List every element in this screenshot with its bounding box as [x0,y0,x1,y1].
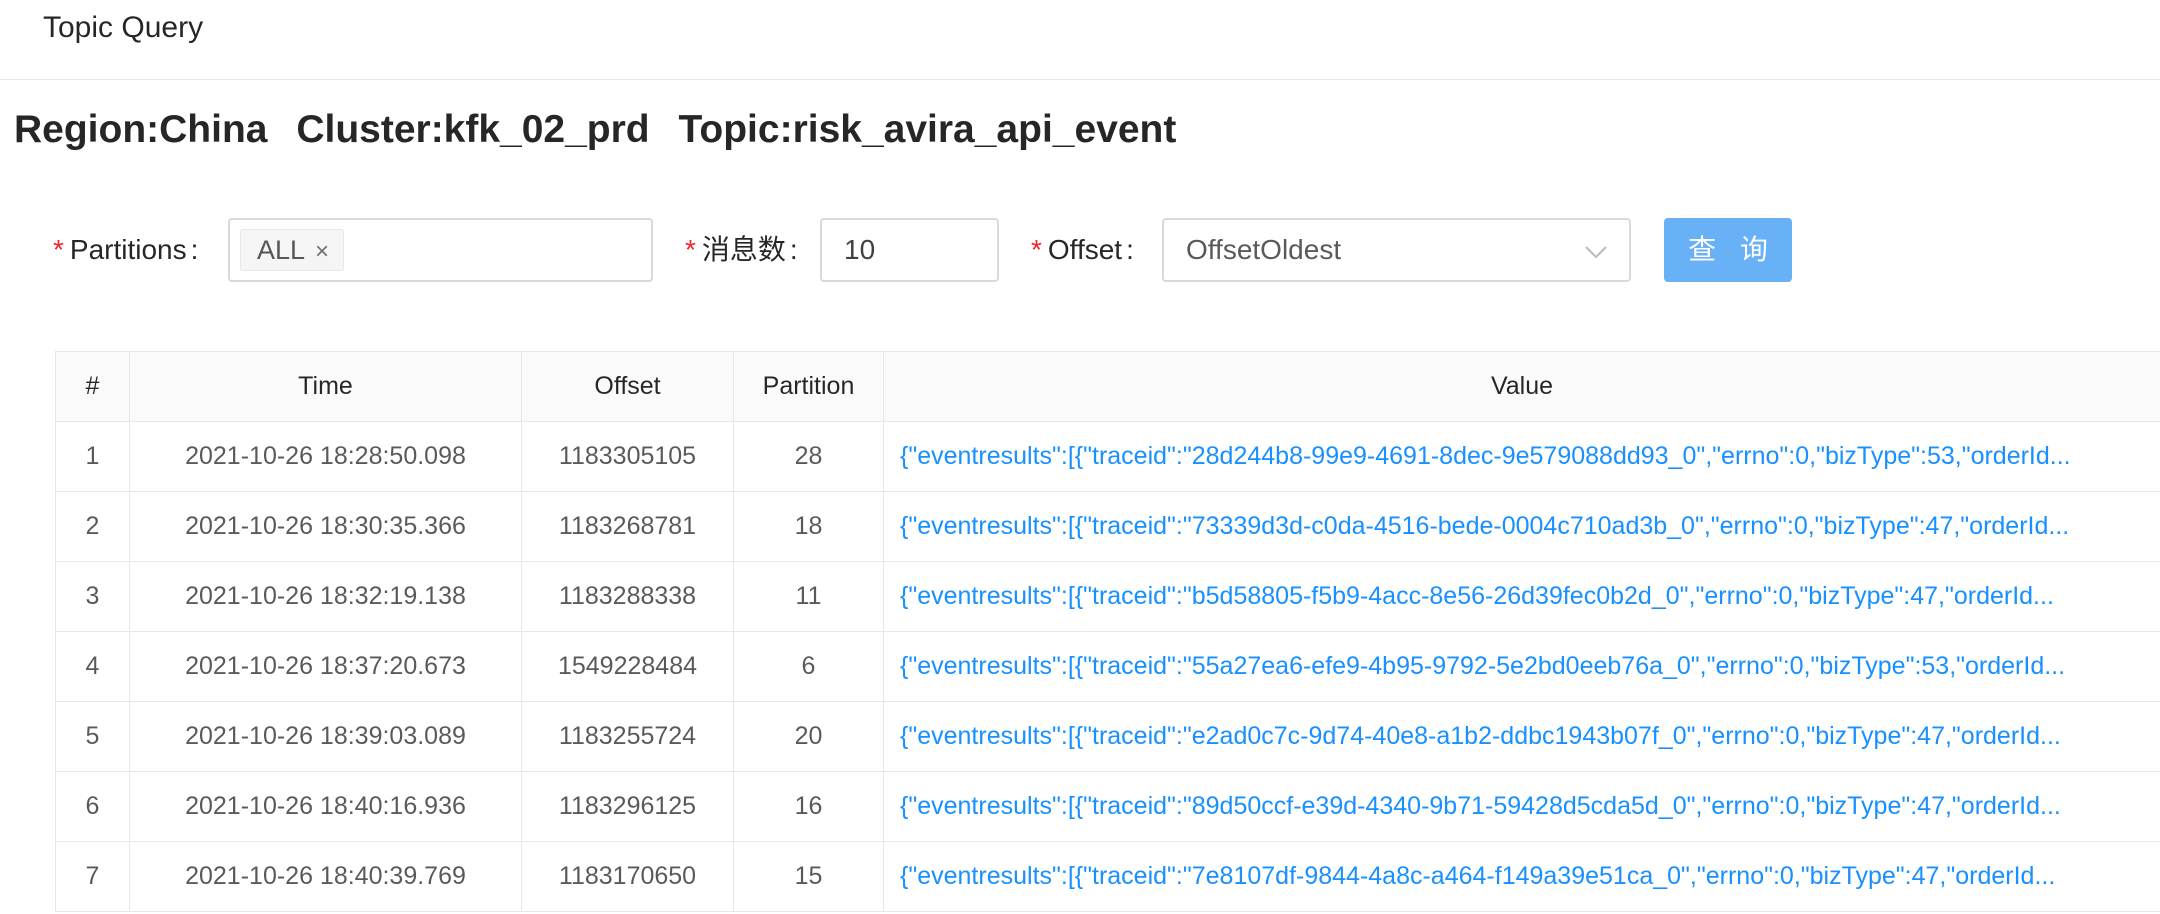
row-index: 1 [55,421,130,492]
required-mark: * [685,234,696,265]
chevron-down-icon [1585,246,1607,259]
cluster-label: Cluster:kfk_02_prd [296,108,650,151]
row-partition: 20 [733,701,884,772]
partition-tag-all: ALL × [240,229,345,271]
row-partition: 16 [733,771,884,842]
row-offset: 1549228484 [521,631,734,702]
table-row: 6 2021-10-26 18:40:16.936 1183296125 16 … [55,771,2160,842]
partitions-form-label: * Partitions: [53,230,198,270]
row-index: 2 [55,491,130,562]
row-offset: 1183170650 [521,841,734,912]
row-value-link[interactable]: {"eventresults":[{"traceid":"e2ad0c7c-9d… [883,701,2160,772]
message-count-input[interactable]: 10 [820,218,999,282]
row-index: 4 [55,631,130,702]
row-value-link[interactable]: {"eventresults":[{"traceid":"73339d3d-c0… [883,491,2160,562]
row-offset: 1183268781 [521,491,734,562]
table-header-row: # Time Offset Partition Value [55,351,2160,422]
count-form-label: * 消息数: [685,230,798,270]
row-time: 2021-10-26 18:28:50.098 [129,421,522,492]
row-value-link[interactable]: {"eventresults":[{"traceid":"28d244b8-99… [883,421,2160,492]
table-row: 4 2021-10-26 18:37:20.673 1549228484 6 {… [55,631,2160,702]
row-time: 2021-10-26 18:39:03.089 [129,701,522,772]
row-partition: 18 [733,491,884,562]
row-index: 3 [55,561,130,632]
row-time: 2021-10-26 18:30:35.366 [129,491,522,562]
top-header: Topic Query [0,0,2160,80]
table-row: 5 2021-10-26 18:39:03.089 1183255724 20 … [55,701,2160,772]
region-label: Region:China [14,108,268,151]
offset-select-value: OffsetOldest [1186,234,1342,265]
table-row: 3 2021-10-26 18:32:19.138 1183288338 11 … [55,561,2160,632]
row-value-link[interactable]: {"eventresults":[{"traceid":"55a27ea6-ef… [883,631,2160,702]
row-value-link[interactable]: {"eventresults":[{"traceid":"89d50ccf-e3… [883,771,2160,842]
row-offset: 1183296125 [521,771,734,842]
topic-label: Topic:risk_avira_api_event [678,108,1177,151]
row-index: 5 [55,701,130,772]
row-time: 2021-10-26 18:40:39.769 [129,841,522,912]
column-header-offset: Offset [521,351,734,422]
topic-heading: Region:China Cluster:kfk_02_prd Topic:ri… [14,105,1194,155]
query-button[interactable]: 查 询 [1664,218,1792,282]
row-index: 7 [55,841,130,912]
row-offset: 1183288338 [521,561,734,632]
required-mark: * [1031,234,1042,265]
partitions-label: Partitions [69,234,187,265]
table-row: 7 2021-10-26 18:40:39.769 1183170650 15 … [55,841,2160,912]
required-mark: * [53,234,64,265]
close-icon[interactable]: × [315,238,329,265]
label-colon: : [1126,234,1134,265]
column-header-partition: Partition [733,351,884,422]
row-partition: 28 [733,421,884,492]
row-time: 2021-10-26 18:32:19.138 [129,561,522,632]
row-value-link[interactable]: {"eventresults":[{"traceid":"b5d58805-f5… [883,561,2160,632]
row-time: 2021-10-26 18:40:16.936 [129,771,522,842]
row-time: 2021-10-26 18:37:20.673 [129,631,522,702]
page-title: Topic Query [43,11,204,44]
column-header-index: # [55,351,130,422]
offset-label: Offset [1047,234,1123,265]
row-offset: 1183305105 [521,421,734,492]
label-colon: : [789,234,798,265]
topic-query-page: Topic Query Region:China Cluster:kfk_02_… [0,0,2160,914]
table-row: 2 2021-10-26 18:30:35.366 1183268781 18 … [55,491,2160,562]
row-value-link[interactable]: {"eventresults":[{"traceid":"7e8107df-98… [883,841,2160,912]
row-partition: 15 [733,841,884,912]
label-colon: : [190,234,199,265]
partitions-select[interactable]: ALL × [228,218,653,282]
row-index: 6 [55,771,130,842]
messages-table: # Time Offset Partition Value 1 2021-10-… [55,351,2160,912]
column-header-time: Time [129,351,522,422]
offset-form-label: * Offset: [1031,230,1134,270]
offset-select[interactable]: OffsetOldest [1162,218,1631,282]
table-row: 1 2021-10-26 18:28:50.098 1183305105 28 … [55,421,2160,492]
row-partition: 6 [733,631,884,702]
row-partition: 11 [733,561,884,632]
row-offset: 1183255724 [521,701,734,772]
count-label: 消息数 [701,234,786,265]
partition-tag-label: ALL [257,235,306,265]
column-header-value: Value [883,351,2160,422]
